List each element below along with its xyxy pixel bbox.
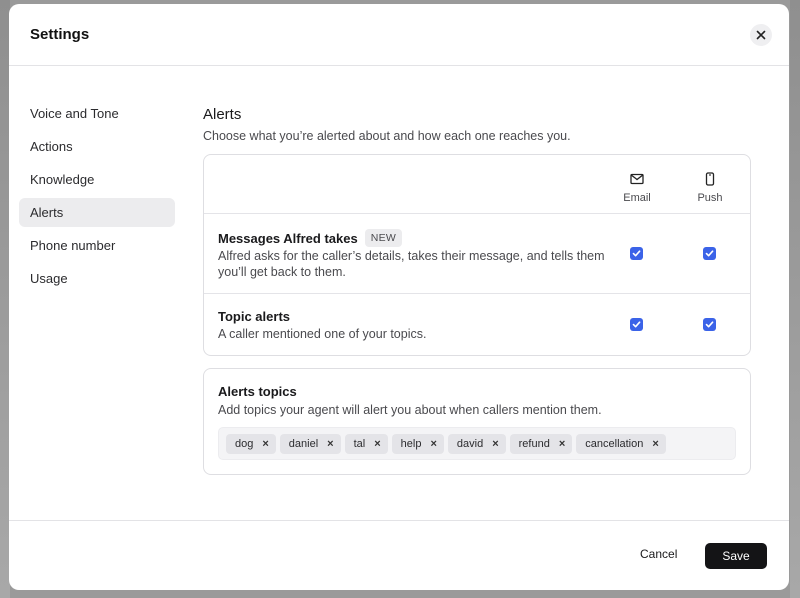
remove-tag-icon[interactable]: ×: [492, 438, 498, 450]
sidebar-item-phone-number[interactable]: Phone number: [19, 231, 175, 260]
divider: [204, 213, 750, 214]
topics-email-checkbox[interactable]: [630, 318, 643, 331]
column-header-email: Email: [607, 172, 667, 204]
topic-tag: tal ×: [344, 433, 388, 454]
messages-push-checkbox[interactable]: [703, 247, 716, 260]
tag-label: dog: [235, 437, 254, 450]
alerts-panel: Alerts Choose what you’re alerted about …: [203, 106, 751, 475]
topic-tag: david ×: [447, 433, 506, 454]
check-icon: [705, 321, 714, 328]
phone-icon: [705, 172, 715, 186]
alert-topics-card: Alerts topics Add topics your agent will…: [203, 368, 751, 475]
remove-tag-icon[interactable]: ×: [430, 438, 436, 450]
sidebar-item-label: Usage: [30, 271, 68, 286]
tag-label: cancellation: [585, 437, 644, 450]
section-title: Alerts: [203, 106, 242, 123]
sidebar-item-label: Voice and Tone: [30, 106, 119, 121]
dialog-header: Settings: [9, 4, 789, 66]
sidebar-item-usage[interactable]: Usage: [19, 264, 175, 293]
sidebar-item-actions[interactable]: Actions: [19, 132, 175, 161]
messages-email-checkbox[interactable]: [630, 247, 643, 260]
alert-row-title-topics: Topic alerts: [218, 309, 290, 324]
tag-label: daniel: [288, 437, 319, 450]
dialog-footer: Cancel Save: [9, 520, 789, 590]
sidebar-item-voice-and-tone[interactable]: Voice and Tone: [19, 99, 175, 128]
alert-row-description-messages: Alfred asks for the caller’s details, ta…: [218, 249, 605, 279]
tag-label: david: [456, 437, 484, 450]
topics-tag-input[interactable]: dog × daniel × tal × help × david × refund × c…: [218, 427, 736, 460]
remove-tag-icon[interactable]: ×: [652, 438, 658, 450]
save-button[interactable]: Save: [705, 543, 767, 569]
topic-tag: daniel ×: [279, 433, 341, 454]
column-header-push: Push: [680, 172, 740, 204]
check-icon: [632, 250, 641, 257]
remove-tag-icon[interactable]: ×: [374, 438, 380, 450]
column-label: Email: [623, 192, 651, 204]
close-button[interactable]: [750, 24, 772, 46]
section-description: Choose what you’re alerted about and how…: [203, 129, 571, 143]
topic-tag: refund ×: [509, 433, 573, 454]
topic-tag: cancellation ×: [576, 433, 666, 454]
new-badge: NEW: [364, 229, 403, 247]
close-icon: [756, 30, 766, 40]
topics-description: Add topics your agent will alert you abo…: [218, 403, 602, 417]
sidebar-item-label: Phone number: [30, 238, 116, 253]
mail-icon: [630, 173, 644, 185]
sidebar-item-alerts[interactable]: Alerts: [19, 198, 175, 227]
dialog-title: Settings: [30, 26, 90, 43]
tag-label: tal: [353, 437, 366, 450]
check-icon: [632, 321, 641, 328]
topics-title: Alerts topics: [218, 384, 297, 399]
remove-tag-icon[interactable]: ×: [559, 438, 565, 450]
settings-sidebar: Voice and Tone Actions Knowledge Alerts …: [19, 99, 175, 297]
check-icon: [705, 250, 714, 257]
column-label: Push: [697, 192, 723, 204]
backdrop-right: [790, 0, 800, 598]
row-title-text: Topic alerts: [218, 309, 291, 324]
sidebar-item-knowledge[interactable]: Knowledge: [19, 165, 175, 194]
row-title-text: Messages Alfred takes: [218, 230, 358, 246]
alert-row-description-topics: A caller mentioned one of your topics.: [218, 327, 427, 341]
remove-tag-icon[interactable]: ×: [327, 438, 333, 450]
settings-dialog: Settings Voice and Tone Actions Knowledg…: [9, 4, 789, 590]
topic-tag: help ×: [391, 433, 444, 454]
remove-tag-icon[interactable]: ×: [262, 438, 268, 450]
tag-label: help: [400, 437, 422, 450]
topic-tag: dog ×: [226, 433, 276, 454]
cancel-button[interactable]: Cancel: [640, 547, 677, 561]
alerts-card: Email Push Messages Alfred takes NEW Alf…: [203, 154, 751, 356]
alert-row-title-messages: Messages Alfred takes NEW: [218, 229, 403, 247]
sidebar-item-label: Knowledge: [30, 172, 95, 187]
sidebar-item-label: Alerts: [30, 205, 64, 220]
divider: [204, 293, 750, 294]
tag-label: refund: [518, 437, 550, 450]
sidebar-item-label: Actions: [30, 139, 73, 154]
topics-push-checkbox[interactable]: [703, 318, 716, 331]
